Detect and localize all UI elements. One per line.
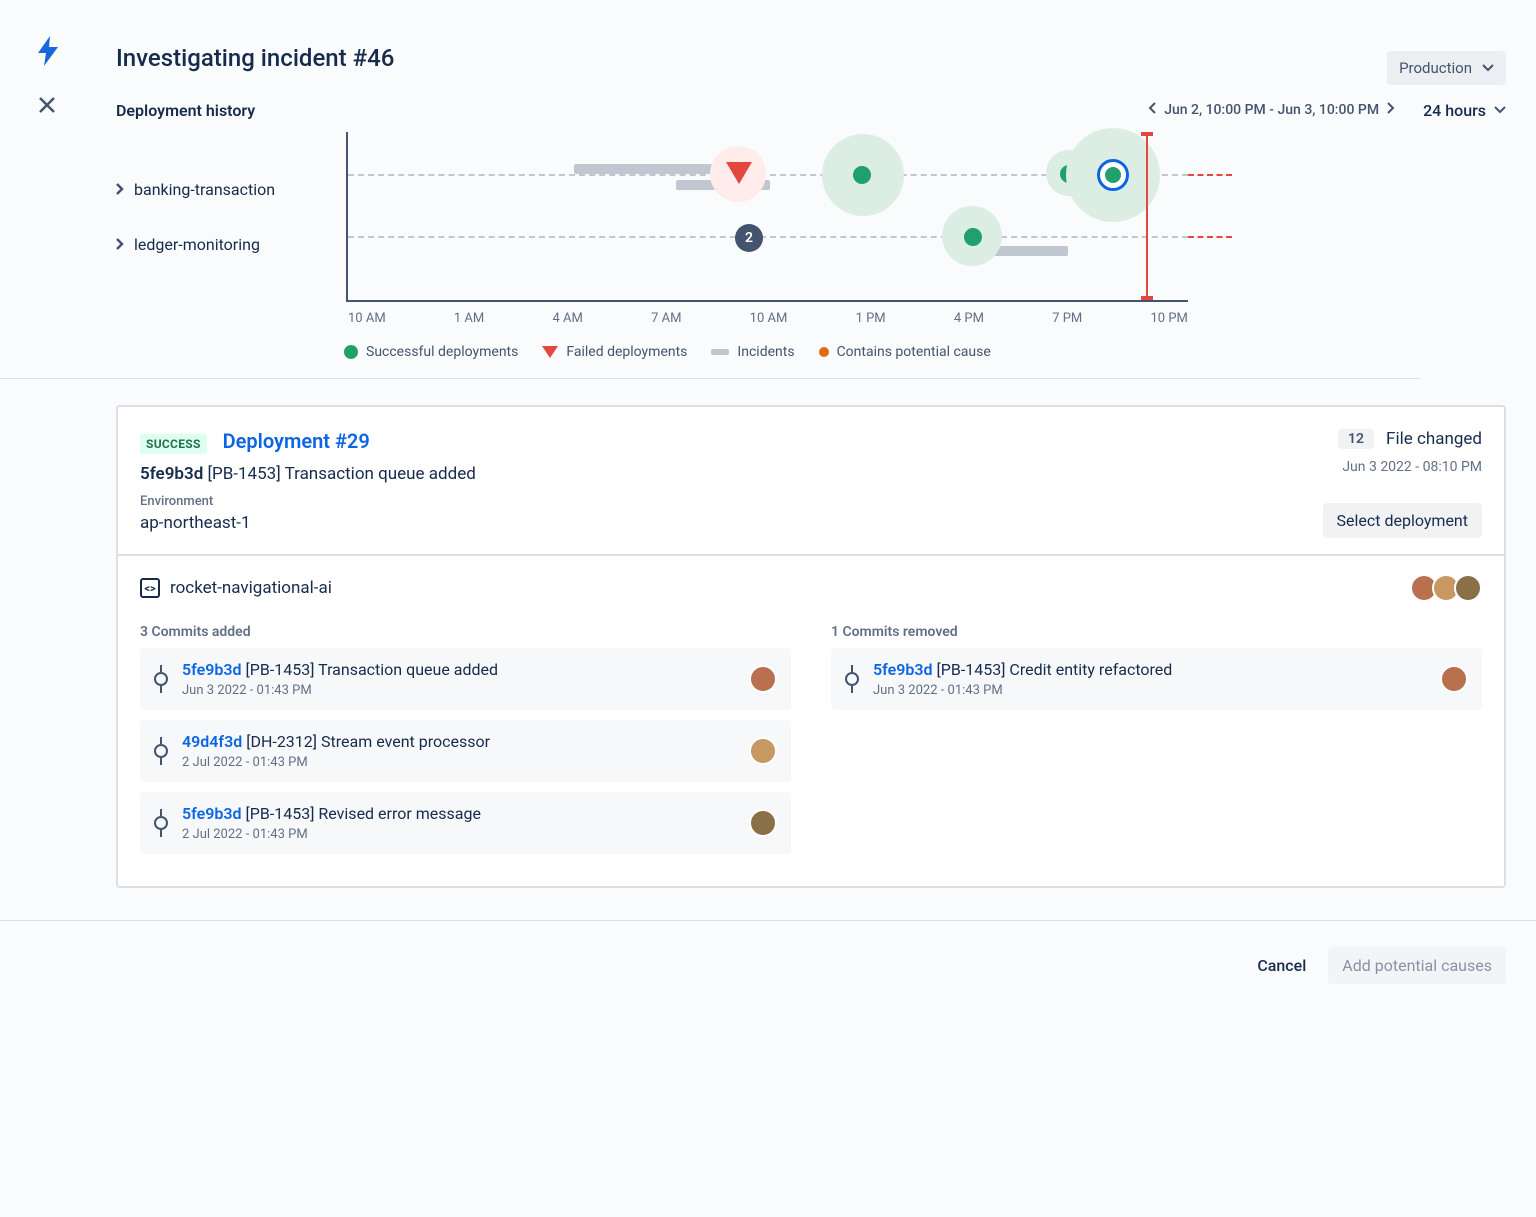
add-potential-causes-button: Add potential causes: [1328, 947, 1506, 984]
successful-deployment-icon[interactable]: [853, 166, 871, 184]
status-badge: SUCCESS: [140, 434, 207, 454]
deployment-link[interactable]: Deployment #29: [223, 429, 370, 453]
commit-node-icon: [845, 672, 859, 686]
avatar: [1454, 574, 1482, 602]
commit-item[interactable]: 5fe9b3d [PB-1453] Transaction queue adde…: [140, 648, 791, 710]
environment-value: ap-northeast-1: [140, 513, 476, 533]
commits-added-heading: 3 Commits added: [140, 624, 791, 640]
deployment-date: Jun 3 2022 - 08:10 PM: [1323, 459, 1482, 475]
deployment-history-label: Deployment history: [116, 101, 255, 120]
legend-potential: Contains potential cause: [819, 344, 991, 360]
environment-label: Environment: [140, 494, 476, 509]
service-name: ledger-monitoring: [134, 235, 260, 254]
failed-deployment-icon[interactable]: [726, 162, 752, 188]
timeline-chart[interactable]: 2 10 AM 1 AM 4 AM 7 AM 10 AM 1 PM 4 PM 7…: [346, 132, 1188, 302]
commit-date: 2 Jul 2022 - 01:43 PM: [182, 827, 735, 842]
commit-hash-link[interactable]: 49d4f3d: [182, 732, 242, 751]
commit-hash-link[interactable]: 5fe9b3d: [182, 660, 242, 679]
legend-failed: Failed deployments: [542, 344, 687, 360]
legend-success: Successful deployments: [344, 344, 518, 360]
next-range-icon[interactable]: [1385, 100, 1397, 120]
service-row-banking[interactable]: banking-transaction: [116, 180, 275, 199]
legend-incidents: Incidents: [711, 344, 794, 360]
commit-node-icon: [154, 816, 168, 830]
commit-date: Jun 3 2022 - 01:43 PM: [182, 683, 735, 698]
date-range-selector[interactable]: Jun 2, 10:00 PM - Jun 3, 10:00 PM: [1146, 100, 1397, 120]
service-name: banking-transaction: [134, 180, 275, 199]
service-row-ledger[interactable]: ledger-monitoring: [116, 235, 275, 254]
file-count-chip: 12: [1338, 429, 1374, 449]
repo-name[interactable]: <> rocket-navigational-ai: [140, 578, 332, 598]
commits-removed-heading: 1 Commits removed: [831, 624, 1482, 640]
commit-item[interactable]: 5fe9b3d [PB-1453] Revised error message …: [140, 792, 791, 854]
close-icon[interactable]: [36, 94, 60, 120]
time-window-value: 24 hours: [1423, 101, 1486, 120]
chevron-down-icon: [1482, 64, 1494, 72]
prev-range-icon[interactable]: [1146, 100, 1158, 120]
divider: [0, 378, 1420, 379]
avatar: [1440, 665, 1468, 693]
timeline-ticks: 10 AM 1 AM 4 AM 7 AM 10 AM 1 PM 4 PM 7 P…: [348, 311, 1188, 326]
avatar-stack[interactable]: [1416, 574, 1482, 602]
avatar: [749, 665, 777, 693]
commit-item[interactable]: 5fe9b3d [PB-1453] Credit entity refactor…: [831, 648, 1482, 710]
environment-value: Production: [1399, 59, 1472, 77]
commit-item[interactable]: 49d4f3d [DH-2312] Stream event processor…: [140, 720, 791, 782]
cluster-badge[interactable]: 2: [735, 224, 763, 252]
row-line: [348, 236, 1188, 238]
commit-hash-link[interactable]: 5fe9b3d: [182, 804, 242, 823]
time-window-select[interactable]: 24 hours: [1423, 101, 1506, 120]
commit-summary: 5fe9b3d [PB-1453] Transaction queue adde…: [140, 464, 476, 484]
commit-node-icon: [154, 744, 168, 758]
deployment-card: SUCCESS Deployment #29 5fe9b3d [PB-1453]…: [116, 405, 1506, 888]
select-deployment-button[interactable]: Select deployment: [1323, 503, 1482, 538]
row-line-extend: [1188, 236, 1232, 238]
cancel-button[interactable]: Cancel: [1257, 956, 1306, 975]
chevron-right-icon: [116, 235, 124, 254]
logo-icon: [36, 36, 60, 70]
commit-date: Jun 3 2022 - 01:43 PM: [873, 683, 1426, 698]
repo-icon: <>: [140, 578, 160, 598]
page-title: Investigating incident #46: [116, 44, 394, 72]
row-line-extend: [1188, 174, 1232, 176]
now-marker: [1146, 132, 1148, 300]
avatar: [749, 737, 777, 765]
environment-select[interactable]: Production: [1387, 51, 1506, 85]
chevron-right-icon: [116, 180, 124, 199]
date-range-text: Jun 2, 10:00 PM - Jun 3, 10:00 PM: [1164, 102, 1379, 118]
chevron-down-icon: [1494, 106, 1506, 114]
commit-date: 2 Jul 2022 - 01:43 PM: [182, 755, 735, 770]
successful-deployment-icon: [1105, 167, 1121, 183]
commit-node-icon: [154, 672, 168, 686]
avatar: [749, 809, 777, 837]
commit-hash-link[interactable]: 5fe9b3d: [873, 660, 933, 679]
successful-deployment-icon[interactable]: [964, 228, 982, 246]
file-changed: 12 File changed: [1323, 429, 1482, 449]
